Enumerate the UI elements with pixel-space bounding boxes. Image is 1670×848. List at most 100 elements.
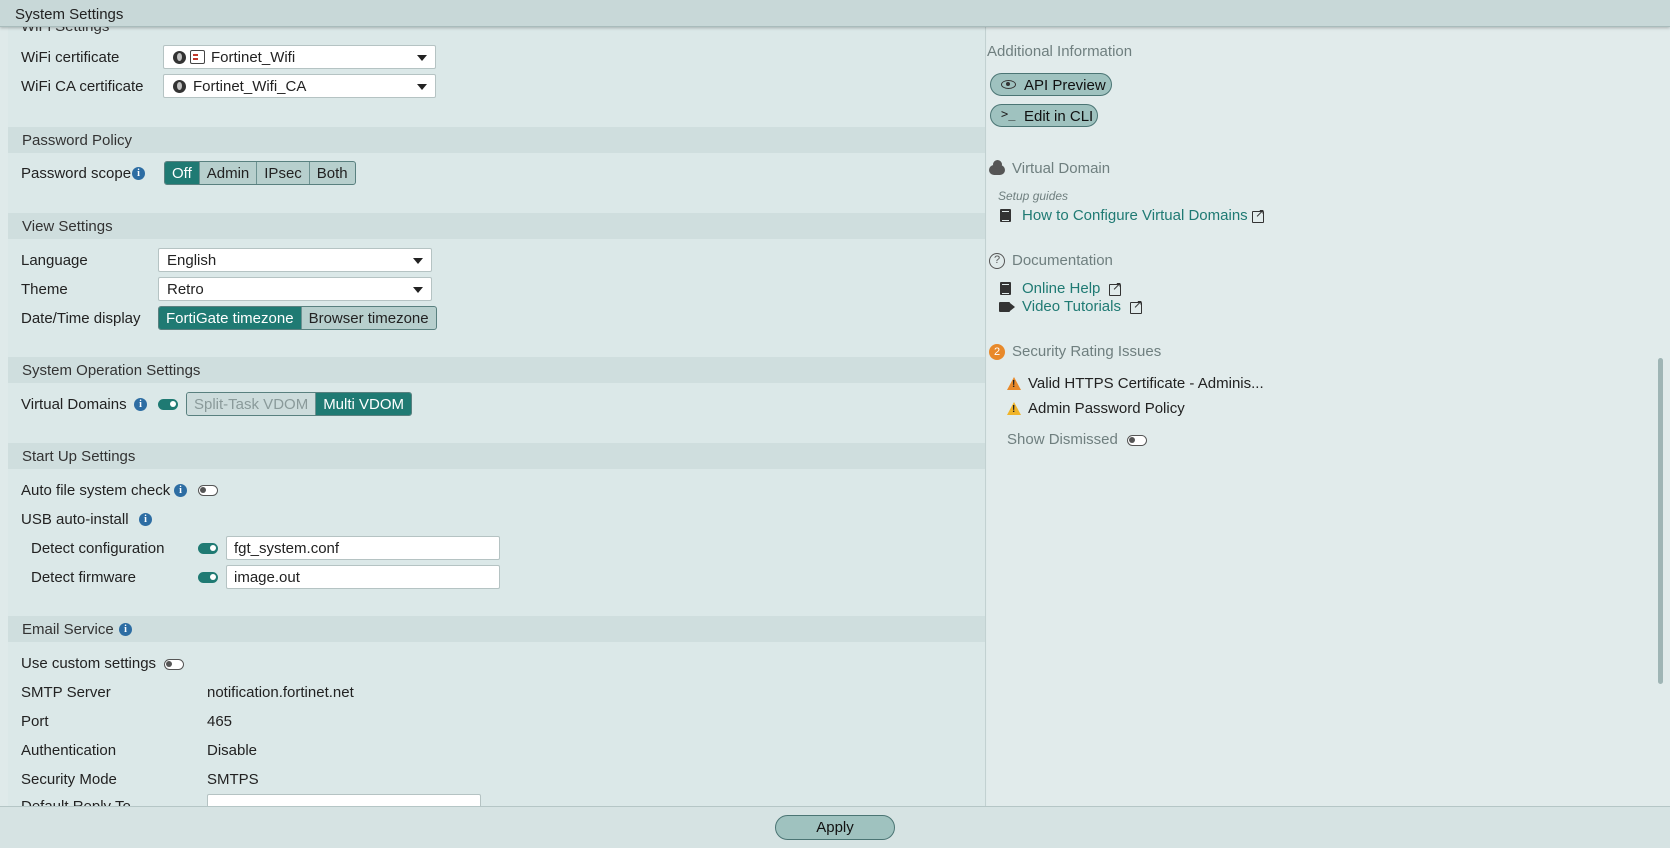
detect-configuration-toggle[interactable]: [198, 543, 218, 554]
system-operation-heading: System Operation Settings: [22, 362, 201, 379]
info-icon[interactable]: i: [174, 484, 187, 497]
api-preview-label: API Preview: [1024, 77, 1106, 94]
certificate-icon: [190, 50, 205, 64]
wifi-ca-certificate-label: WiFi CA certificate: [21, 78, 144, 95]
terminal-icon: >_: [1001, 107, 1016, 121]
email-heading: Email Service: [22, 621, 114, 638]
password-policy-heading: Password Policy: [22, 132, 133, 149]
info-icon[interactable]: i: [139, 513, 152, 526]
use-custom-settings-toggle[interactable]: [164, 659, 184, 670]
info-icon[interactable]: i: [119, 623, 132, 636]
section-heading-system-operation: System Operation Settings: [8, 357, 985, 383]
info-icon[interactable]: i: [132, 167, 145, 180]
settings-form[interactable]: WiFi Settings WiFi certificate Fortinet_…: [8, 27, 986, 806]
api-preview-button[interactable]: API Preview: [990, 73, 1112, 96]
window-title: System Settings: [15, 6, 124, 23]
default-reply-to-input[interactable]: [207, 794, 481, 806]
usb-auto-install-label: USB auto-install: [21, 511, 129, 528]
help-circle-icon: ?: [989, 253, 1005, 269]
vdom-guide-link[interactable]: How to Configure Virtual Domains: [1022, 207, 1248, 224]
datetime-browser-timezone[interactable]: Browser timezone: [302, 307, 436, 329]
virtual-domains-toggle[interactable]: [158, 399, 178, 410]
additional-info-panel: Additional Information API Preview >_ Ed…: [987, 27, 1670, 806]
auto-fs-check-label: Auto file system check: [21, 482, 171, 499]
wifi-ca-certificate-value: Fortinet_Wifi_CA: [193, 78, 307, 95]
security-issue-admin-password[interactable]: Admin Password Policy: [1028, 400, 1185, 417]
show-dismissed-label: Show Dismissed: [1007, 431, 1118, 448]
language-label: Language: [21, 252, 88, 269]
edit-in-cli-button[interactable]: >_ Edit in CLI: [990, 104, 1098, 127]
port-label: Port: [21, 713, 49, 730]
wifi-certificate-label: WiFi certificate: [21, 49, 120, 66]
datetime-display-toggle[interactable]: FortiGate timezone Browser timezone: [158, 306, 437, 330]
language-value: English: [167, 252, 217, 269]
default-reply-to-label: Default Reply To: [21, 798, 131, 806]
book-icon: [1000, 209, 1011, 222]
smtp-server-value: notification.fortinet.net: [207, 684, 354, 701]
port-value: 465: [207, 713, 233, 730]
password-scope-label: Password scope: [21, 165, 132, 182]
language-select[interactable]: English: [158, 248, 432, 272]
section-heading-password-policy: Password Policy: [8, 127, 985, 153]
smtp-server-label: SMTP Server: [21, 684, 111, 701]
online-help-link[interactable]: Online Help: [1022, 280, 1100, 297]
theme-label: Theme: [21, 281, 68, 298]
detect-firmware-input[interactable]: image.out: [226, 565, 500, 589]
view-settings-heading: View Settings: [22, 218, 113, 235]
theme-value: Retro: [167, 281, 204, 298]
warning-icon: [1007, 402, 1021, 415]
external-link-icon[interactable]: [1252, 206, 1265, 223]
wifi-certificate-value: Fortinet_Wifi: [211, 49, 296, 66]
password-scope-both[interactable]: Both: [310, 162, 355, 184]
virtual-domains-label: Virtual Domains: [21, 396, 127, 413]
auto-fs-check-toggle[interactable]: [198, 485, 218, 496]
theme-select[interactable]: Retro: [158, 277, 432, 301]
video-tutorials-link[interactable]: Video Tutorials: [1022, 298, 1121, 315]
vdom-multi[interactable]: Multi VDOM: [316, 393, 412, 415]
detect-firmware-label: Detect firmware: [31, 569, 137, 586]
detect-firmware-toggle[interactable]: [198, 572, 218, 583]
vdom-mode-toggle[interactable]: Split-Task VDOM Multi VDOM: [186, 392, 413, 416]
book-icon: [1000, 282, 1011, 295]
authentication-label: Authentication: [21, 742, 117, 759]
password-scope-off[interactable]: Off: [165, 162, 200, 184]
chevron-down-icon: [413, 258, 423, 264]
vdom-split-task[interactable]: Split-Task VDOM: [187, 393, 317, 415]
section-heading-startup: Start Up Settings: [8, 443, 985, 469]
detect-configuration-label: Detect configuration: [31, 540, 165, 557]
security-mode-value: SMTPS: [207, 771, 259, 788]
title-bar: System Settings: [0, 0, 1670, 27]
chevron-down-icon: [417, 55, 427, 61]
use-custom-settings-label: Use custom settings: [21, 655, 157, 672]
apply-button[interactable]: Apply: [775, 815, 895, 840]
password-scope-ipsec[interactable]: IPsec: [257, 162, 310, 184]
security-rating-heading: Security Rating Issues: [1012, 343, 1162, 360]
wifi-certificate-select[interactable]: Fortinet_Wifi: [163, 45, 436, 69]
startup-heading: Start Up Settings: [22, 448, 136, 465]
setup-guides-label: Setup guides: [998, 189, 1069, 203]
globe-icon: [173, 80, 186, 93]
sidebar-scrollbar[interactable]: [1658, 358, 1663, 684]
detect-configuration-input[interactable]: fgt_system.conf: [226, 536, 500, 560]
section-heading-email: Email Service: [8, 616, 985, 642]
security-count-badge: 2: [989, 344, 1005, 360]
chevron-down-icon: [417, 84, 427, 90]
datetime-fortigate-timezone[interactable]: FortiGate timezone: [159, 307, 302, 329]
show-dismissed-toggle[interactable]: [1127, 435, 1147, 446]
section-heading-wifi: WiFi Settings: [21, 27, 109, 35]
datetime-display-label: Date/Time display: [21, 310, 141, 327]
info-icon[interactable]: i: [134, 398, 147, 411]
eye-icon: [1001, 80, 1016, 89]
virtual-domain-heading: Virtual Domain: [1012, 160, 1111, 177]
cloud-icon: [989, 160, 1005, 175]
edit-in-cli-label: Edit in CLI: [1024, 108, 1094, 125]
external-link-icon[interactable]: [1109, 279, 1122, 296]
security-issue-https-cert[interactable]: Valid HTTPS Certificate - Adminis...: [1028, 375, 1264, 392]
security-mode-label: Security Mode: [21, 771, 117, 788]
wifi-ca-certificate-select[interactable]: Fortinet_Wifi_CA: [163, 74, 436, 98]
password-scope-admin[interactable]: Admin: [200, 162, 258, 184]
external-link-icon[interactable]: [1130, 297, 1143, 314]
warning-icon: [1007, 377, 1021, 390]
password-scope-toggle[interactable]: Off Admin IPsec Both: [164, 161, 356, 185]
authentication-value: Disable: [207, 742, 258, 759]
